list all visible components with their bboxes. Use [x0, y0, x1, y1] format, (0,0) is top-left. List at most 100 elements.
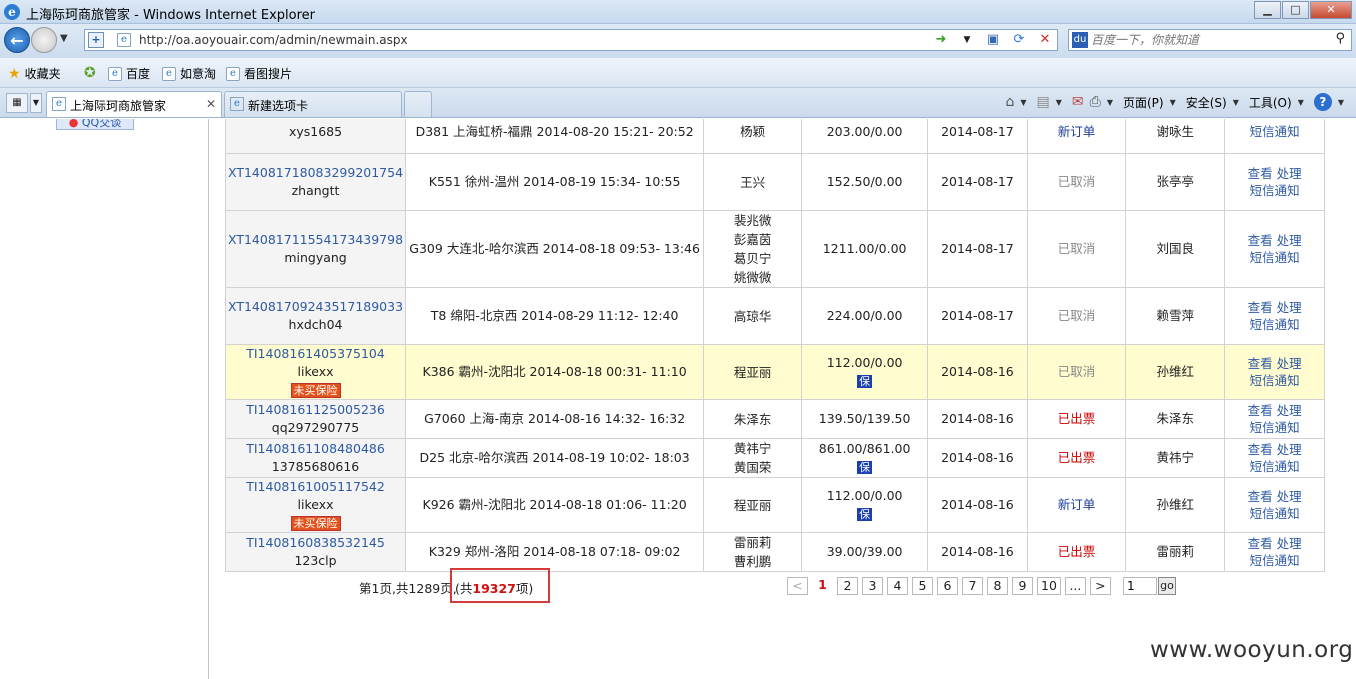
go-arrow-icon[interactable]: ➜ — [933, 32, 949, 48]
sms-link[interactable]: 短信通知 — [1227, 182, 1322, 199]
tools-menu[interactable]: 工具(O) — [1249, 94, 1292, 111]
add-favorite-button[interactable]: ✪ — [84, 65, 96, 81]
order-id-cell: TI1408161405375104 likexx 未买保险 — [224, 344, 407, 400]
order-id-link[interactable]: TI1408161108480486 — [228, 440, 403, 458]
page-link[interactable]: 8 — [987, 577, 1008, 595]
price-cell: 152.50/0.00 — [801, 153, 929, 211]
refresh-icon[interactable]: ⟳ — [1011, 32, 1027, 48]
tools-menu-dropdown-icon[interactable]: ▼ — [1298, 98, 1304, 107]
price: 861.00/861.00 — [818, 441, 911, 456]
date-cell: 2014-08-17 — [927, 119, 1028, 154]
order-id-link[interactable]: TI1408161405375104 — [228, 345, 403, 363]
process-link[interactable]: 处理 — [1277, 442, 1302, 457]
sms-link[interactable]: 短信通知 — [1227, 123, 1322, 140]
favorites-button[interactable]: ★ 收藏夹 — [8, 65, 61, 82]
page-link[interactable]: 9 — [1012, 577, 1033, 595]
page-link[interactable]: 2 — [837, 577, 858, 595]
compat-view-icon[interactable]: ▣ — [985, 32, 1001, 48]
feeds-dropdown-icon[interactable]: ▼ — [1056, 98, 1062, 107]
close-tab-icon[interactable]: ✕ — [206, 97, 216, 111]
sms-link[interactable]: 短信通知 — [1227, 372, 1322, 389]
order-id-link[interactable]: TI1408160838532145 — [228, 534, 403, 552]
forward-button[interactable] — [31, 27, 57, 53]
view-link[interactable]: 查看 — [1248, 356, 1273, 371]
page-link[interactable]: 5 — [912, 577, 933, 595]
page-menu-dropdown-icon[interactable]: ▼ — [1170, 98, 1176, 107]
home-dropdown-icon[interactable]: ▼ — [1020, 98, 1026, 107]
url-text[interactable]: http://oa.aoyouair.com/admin/newmain.asp… — [139, 33, 408, 47]
next-page-button[interactable]: > — [1089, 577, 1111, 595]
go-button[interactable]: go — [1158, 577, 1176, 595]
feeds-icon[interactable]: ▤ — [1036, 94, 1049, 110]
view-link[interactable]: 查看 — [1248, 300, 1273, 315]
passengers-cell: 黄祎宁 黄国荣 — [703, 438, 803, 478]
process-link[interactable]: 处理 — [1277, 403, 1302, 418]
sms-link[interactable]: 短信通知 — [1227, 419, 1322, 436]
tab-list-dropdown-icon[interactable]: ▼ — [30, 93, 42, 113]
page-link[interactable]: 4 — [887, 577, 908, 595]
order-id-link[interactable]: TI1408161125005236 — [228, 401, 403, 419]
compat-shield-icon[interactable]: + — [88, 32, 104, 48]
sms-link[interactable]: 短信通知 — [1227, 249, 1322, 266]
print-icon[interactable]: ⎙ — [1090, 94, 1101, 110]
order-id-link[interactable]: XT14081718083299201754 — [228, 164, 403, 182]
process-link[interactable]: 处理 — [1277, 536, 1302, 551]
trip-cell: K329 郑州-洛阳 2014-08-18 07:18- 09:02 — [405, 532, 705, 572]
page-link[interactable]: ... — [1064, 577, 1086, 595]
print-dropdown-icon[interactable]: ▼ — [1107, 98, 1113, 107]
safety-menu-dropdown-icon[interactable]: ▼ — [1233, 98, 1239, 107]
page-link[interactable]: 7 — [962, 577, 983, 595]
minimize-button[interactable]: ▁ — [1254, 1, 1281, 19]
goto-page-input[interactable] — [1123, 577, 1157, 595]
stop-icon[interactable]: ✕ — [1037, 32, 1053, 48]
mail-icon[interactable]: ✉ — [1072, 94, 1084, 110]
process-link[interactable]: 处理 — [1277, 356, 1302, 371]
history-dropdown-icon[interactable]: ▼ — [60, 33, 68, 44]
sms-link[interactable]: 短信通知 — [1227, 505, 1322, 522]
search-icon[interactable]: ⚲ — [1335, 31, 1345, 46]
help-icon[interactable]: ? — [1313, 93, 1332, 111]
order-id-link[interactable]: TI1408161005117542 — [228, 478, 403, 496]
process-link[interactable]: 处理 — [1277, 233, 1302, 248]
page-menu[interactable]: 页面(P) — [1123, 94, 1164, 111]
search-box[interactable]: du ⚲ — [1068, 29, 1352, 51]
new-tab-button[interactable] — [404, 91, 432, 117]
total-suffix: 项) — [515, 581, 534, 596]
order-id-link[interactable]: XT14081711554173439798 — [228, 231, 403, 249]
fav-link-ruyitao[interactable]: e 如意淘 — [162, 65, 216, 82]
home-icon[interactable]: ⌂ — [1005, 94, 1014, 110]
page-link[interactable]: 6 — [937, 577, 958, 595]
page-link[interactable]: 10 — [1037, 577, 1061, 595]
tab-main[interactable]: e 上海际珂商旅管家 ✕ — [46, 91, 222, 117]
sms-link[interactable]: 短信通知 — [1227, 316, 1322, 333]
maximize-button[interactable]: □ — [1282, 1, 1309, 19]
page-link[interactable]: 1 — [812, 577, 833, 595]
sms-link[interactable]: 短信通知 — [1227, 552, 1322, 569]
address-bar[interactable]: + e http://oa.aoyouair.com/admin/newmain… — [84, 29, 1058, 51]
safety-menu[interactable]: 安全(S) — [1186, 94, 1227, 111]
qq-chat-link[interactable]: ● QQ交谈 — [56, 119, 134, 130]
sms-link[interactable]: 短信通知 — [1227, 458, 1322, 475]
view-link[interactable]: 查看 — [1248, 536, 1273, 551]
address-dropdown-icon[interactable]: ▼ — [959, 32, 975, 48]
view-link[interactable]: 查看 — [1248, 442, 1273, 457]
order-id-link[interactable]: XT14081709243517189033 — [228, 298, 403, 316]
process-link[interactable]: 处理 — [1277, 300, 1302, 315]
tab-new[interactable]: e 新建选项卡 — [224, 91, 402, 117]
view-link[interactable]: 查看 — [1248, 489, 1273, 504]
process-link[interactable]: 处理 — [1277, 489, 1302, 504]
total-count: (共19327项) — [455, 578, 533, 597]
quick-tabs-icon[interactable]: ▦ — [6, 93, 28, 113]
search-input[interactable] — [1091, 32, 1321, 48]
help-dropdown-icon[interactable]: ▼ — [1338, 98, 1344, 107]
view-link[interactable]: 查看 — [1248, 166, 1273, 181]
fav-link-kantu[interactable]: e 看图搜片 — [226, 65, 292, 82]
view-link[interactable]: 查看 — [1248, 403, 1273, 418]
process-link[interactable]: 处理 — [1277, 166, 1302, 181]
page-link[interactable]: 3 — [862, 577, 883, 595]
close-window-button[interactable]: ✕ — [1310, 1, 1352, 19]
back-button[interactable]: ← — [4, 27, 30, 53]
fav-link-baidu[interactable]: e 百度 — [108, 65, 150, 82]
prev-page-button[interactable]: < — [787, 577, 808, 595]
view-link[interactable]: 查看 — [1248, 233, 1273, 248]
